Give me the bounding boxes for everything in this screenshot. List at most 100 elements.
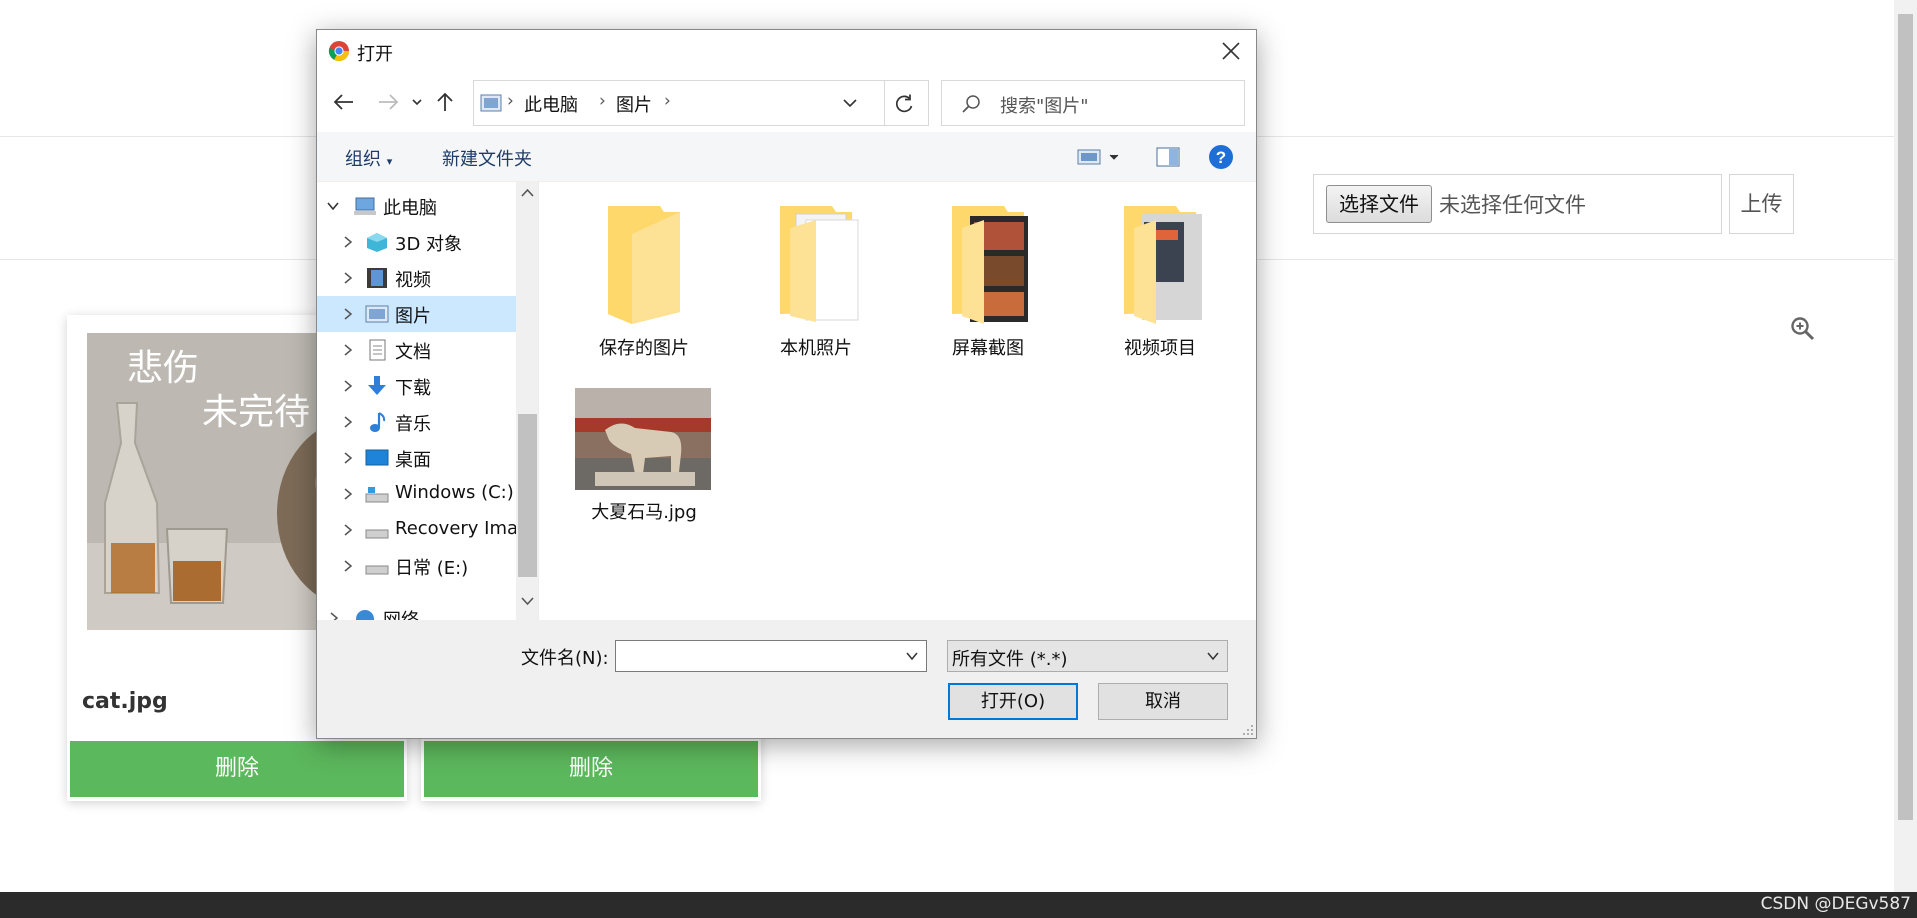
file-name: 视频项目 xyxy=(1124,338,1196,359)
resize-grip-icon[interactable] xyxy=(1242,724,1254,736)
tree-item-recovery[interactable]: Recovery Imag xyxy=(317,512,529,548)
scroll-down-icon[interactable] xyxy=(521,596,534,606)
file-input[interactable]: 选择文件 未选择任何文件 xyxy=(1313,174,1722,234)
chevron-down-icon[interactable] xyxy=(906,652,918,660)
tree-item-music[interactable]: 音乐 xyxy=(317,404,516,440)
help-icon[interactable]: ? xyxy=(1208,144,1234,170)
tree-label: 文档 xyxy=(395,342,431,363)
new-folder-button[interactable]: 新建文件夹 xyxy=(442,145,532,171)
tree-item-3d-objects[interactable]: 3D 对象 xyxy=(317,224,516,260)
close-icon[interactable] xyxy=(1218,38,1244,64)
tree-label: Windows (C:) xyxy=(395,482,514,503)
chevron-right-icon[interactable] xyxy=(341,415,353,429)
search-input[interactable]: 搜索"图片" xyxy=(941,80,1245,126)
chevron-down-icon[interactable] xyxy=(327,199,339,213)
video-icon xyxy=(367,268,387,288)
filename-input[interactable] xyxy=(615,640,927,672)
open-button[interactable]: 打开(O) xyxy=(948,683,1078,720)
up-arrow-icon[interactable] xyxy=(430,87,460,117)
tree-item-network[interactable]: 网络 xyxy=(317,600,516,620)
chevron-right-icon[interactable] xyxy=(341,343,353,357)
chevron-right-icon[interactable] xyxy=(341,487,353,501)
tree-scrollbar[interactable] xyxy=(516,182,538,620)
music-icon xyxy=(370,412,386,432)
pictures-icon xyxy=(480,94,502,112)
choose-file-button[interactable]: 选择文件 xyxy=(1326,185,1432,223)
view-options-icon[interactable] xyxy=(1077,147,1119,167)
tree-label: 3D 对象 xyxy=(395,234,463,255)
chevron-right-icon[interactable] xyxy=(341,523,353,537)
caret-down-icon: ▾ xyxy=(386,155,393,168)
tree-item-desktop[interactable]: 桌面 xyxy=(317,440,516,476)
folder-icon xyxy=(1124,206,1202,324)
address-bar[interactable]: › 此电脑 › 图片 › xyxy=(473,80,885,126)
delete-button[interactable]: 删除 xyxy=(70,741,404,797)
tree-label: 音乐 xyxy=(395,414,431,435)
3d-objects-icon xyxy=(367,233,387,252)
organize-label: 组织 xyxy=(345,149,381,170)
zoom-in-icon[interactable] xyxy=(1790,316,1816,342)
file-type-select[interactable]: 所有文件 (*.*) xyxy=(947,640,1228,672)
watermark: CSDN @DEGv587 xyxy=(1760,894,1911,914)
forward-arrow-icon[interactable] xyxy=(373,87,403,117)
recent-dropdown-icon[interactable] xyxy=(407,87,427,117)
scroll-up-icon[interactable] xyxy=(521,188,534,198)
tree-item-downloads[interactable]: 下载 xyxy=(317,368,516,404)
preview-pane-icon[interactable] xyxy=(1156,147,1180,167)
no-file-text: 未选择任何文件 xyxy=(1439,193,1586,217)
organize-menu[interactable]: 组织 ▾ xyxy=(345,145,392,171)
folder-item[interactable]: 保存的图片 xyxy=(569,204,719,364)
tree-item-daily-e[interactable]: 日常 (E:) xyxy=(317,548,516,584)
document-icon xyxy=(369,339,386,361)
cancel-button[interactable]: 取消 xyxy=(1098,683,1228,720)
tree-item-windows-c[interactable]: Windows (C:) xyxy=(317,476,516,512)
computer-icon xyxy=(354,197,376,215)
address-dropdown-icon[interactable] xyxy=(842,97,858,109)
search-icon xyxy=(962,95,980,113)
chevron-right-icon[interactable] xyxy=(341,559,353,573)
file-name: 大夏石马.jpg xyxy=(591,502,697,523)
folder-icon xyxy=(952,206,1028,324)
file-name: 保存的图片 xyxy=(599,338,689,359)
filename-label: 文件名(N): xyxy=(521,648,609,669)
file-list: 保存的图片 本机照片 屏幕截图 视频项目 大夏石马.jpg xyxy=(539,182,1256,620)
page-scrollbar-thumb[interactable] xyxy=(1898,14,1913,820)
tree-item-pictures[interactable]: 图片 xyxy=(317,296,516,332)
folder-item[interactable]: 本机照片 xyxy=(741,204,891,364)
search-placeholder: 搜索"图片" xyxy=(1000,96,1089,117)
upload-button[interactable]: 上传 xyxy=(1729,174,1794,234)
tree-scrollbar-thumb[interactable] xyxy=(518,414,537,577)
chevron-right-icon[interactable] xyxy=(341,235,353,249)
dialog-title: 打开 xyxy=(357,44,393,65)
image-file-item[interactable]: 大夏石马.jpg xyxy=(569,388,719,538)
breadcrumb-pictures[interactable]: 图片 xyxy=(616,91,652,117)
download-icon xyxy=(368,376,386,395)
tree-item-videos[interactable]: 视频 xyxy=(317,260,516,296)
file-name: cat.jpg xyxy=(82,689,168,714)
folder-icon xyxy=(780,206,859,322)
folder-item[interactable]: 屏幕截图 xyxy=(913,204,1063,364)
chevron-right-icon[interactable] xyxy=(327,611,339,620)
breadcrumb-this-pc[interactable]: 此电脑 xyxy=(524,91,578,117)
tree-label: 桌面 xyxy=(395,450,431,471)
navigation-tree: 此电脑 3D 对象 视频 图片 文档 下载 音乐 桌面 Windows (C:)… xyxy=(317,182,539,620)
refresh-button[interactable] xyxy=(879,80,929,126)
breadcrumb-chevron-icon: › xyxy=(664,91,671,111)
chevron-right-icon[interactable] xyxy=(341,379,353,393)
chevron-right-icon[interactable] xyxy=(341,307,353,321)
tree-label: 下载 xyxy=(395,378,431,399)
folder-item[interactable]: 视频项目 xyxy=(1085,204,1235,364)
back-arrow-icon[interactable] xyxy=(329,87,359,117)
page-scrollbar[interactable] xyxy=(1894,0,1917,892)
delete-button[interactable]: 删除 xyxy=(424,741,758,797)
chevron-right-icon[interactable] xyxy=(341,451,353,465)
tree-item-documents[interactable]: 文档 xyxy=(317,332,516,368)
chrome-icon xyxy=(328,41,350,62)
tree-item-this-pc[interactable]: 此电脑 xyxy=(317,188,516,224)
chevron-right-icon[interactable] xyxy=(341,271,353,285)
drive-icon xyxy=(365,487,389,503)
desktop-icon xyxy=(365,449,389,466)
pictures-icon xyxy=(365,305,389,323)
breadcrumb-chevron-icon: › xyxy=(507,91,514,111)
file-type-value: 所有文件 (*.*) xyxy=(952,649,1068,670)
